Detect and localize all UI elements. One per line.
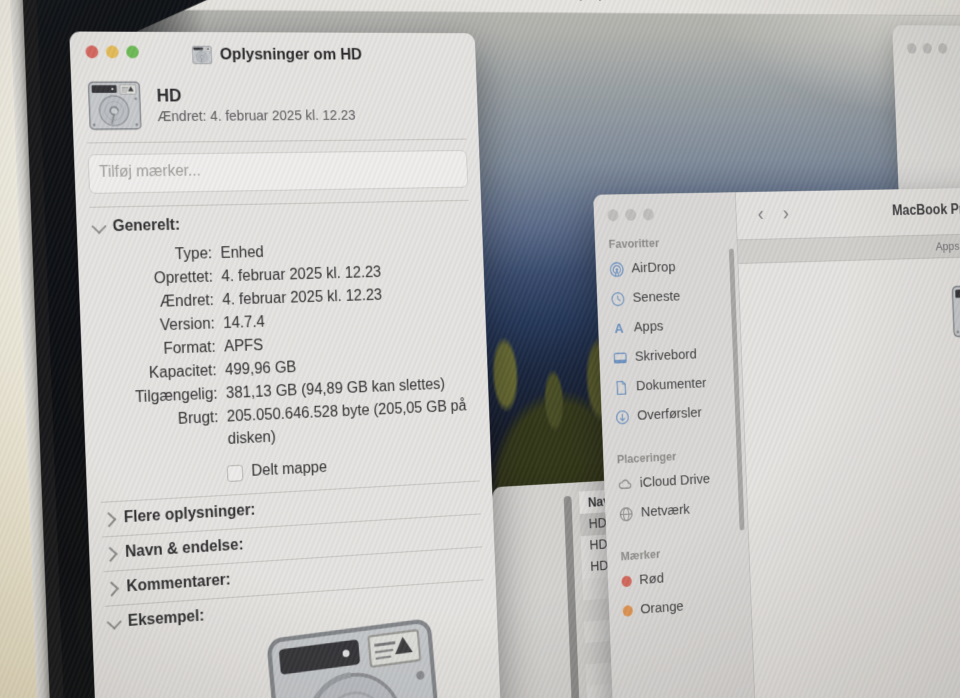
info-value: 205.050.646.528 byte (205,05 GB på diske…: [226, 395, 471, 451]
file-header: HD Ændret: 4. februar 2025 kl. 12.23: [85, 76, 467, 142]
info-label: Brugt:: [103, 406, 219, 457]
hard-drive-preview-icon: [264, 616, 446, 698]
scrollbar[interactable]: [564, 496, 581, 698]
sidebar-label: Netværk: [641, 502, 691, 522]
get-info-window: Oplysninger om HD HD Ændret: 4. februar …: [69, 31, 503, 698]
info-label: Version:: [100, 313, 216, 339]
hard-drive-icon: [951, 284, 960, 338]
section-label: Flere oplysninger:: [124, 502, 256, 527]
background-window[interactable]: [892, 25, 960, 211]
info-label: Format:: [101, 336, 217, 363]
forward-button[interactable]: ›: [773, 204, 799, 224]
file-name: HD: [156, 85, 355, 106]
red-tag-icon: [621, 575, 632, 587]
menu-ga[interactable]: Gå: [457, 0, 476, 1]
download-icon: [615, 409, 630, 425]
photo-of-macbook-screen: Arkiv Rediger Oversigt Gå Vindue Hjælp: [0, 0, 960, 698]
back-button[interactable]: ‹: [748, 204, 774, 224]
finder-content: HD Netværk: [738, 253, 960, 698]
finder-main: ‹ › MacBook Pro tilhørende Apps HD: [736, 185, 960, 698]
orange-tag-icon: [623, 605, 634, 617]
sidebar-label: Rød: [639, 570, 664, 588]
window-title: Oplysninger om HD: [220, 45, 363, 63]
shared-folder-checkbox[interactable]: [227, 464, 244, 481]
info-titlebar: Oplysninger om HD: [83, 32, 464, 78]
finder-window: Favoritter AirDrop Seneste A Apps Skrive…: [593, 185, 960, 698]
info-label: Ændret:: [99, 289, 215, 315]
shared-folder-row: Delt mappe: [227, 451, 479, 482]
apps-icon: A: [612, 320, 627, 336]
close-icon[interactable]: [85, 45, 98, 58]
minimize-icon[interactable]: [625, 209, 636, 221]
hard-drive-icon: [192, 45, 213, 64]
sidebar-label: Skrivebord: [635, 346, 697, 365]
network-globe-icon: [619, 506, 634, 523]
zoom-icon[interactable]: [643, 208, 654, 220]
info-label: Oprettet:: [98, 266, 214, 292]
info-label: Type:: [97, 243, 213, 268]
zoom-icon[interactable]: [126, 46, 139, 59]
modified-date: Ændret: 4. februar 2025 kl. 12.23: [157, 108, 356, 125]
chevron-right-icon: [104, 581, 119, 596]
finder-item-hd[interactable]: HD: [934, 283, 960, 364]
sidebar-label: Seneste: [632, 288, 680, 306]
sidebar-label: Dokumenter: [636, 375, 707, 395]
section-label: Navn & endelse:: [125, 537, 244, 562]
close-icon[interactable]: [607, 209, 618, 221]
minimize-icon[interactable]: [106, 45, 119, 58]
macbook-screen: Arkiv Rediger Oversigt Gå Vindue Hjælp: [8, 0, 960, 698]
chevron-down-icon: [107, 614, 122, 629]
menu-hjaelp[interactable]: Hjælp: [570, 0, 606, 2]
close-icon[interactable]: [907, 43, 917, 54]
sidebar-item-overforsler[interactable]: Overførsler: [601, 396, 744, 432]
finder-toolbar: ‹ › MacBook Pro tilhørende: [736, 185, 960, 238]
sidebar-item-airdrop[interactable]: AirDrop: [595, 251, 738, 284]
airdrop-icon: [609, 261, 624, 277]
section-label: Eksempel:: [128, 608, 205, 631]
desktop-icon: [613, 350, 628, 366]
sidebar-label: Apps: [633, 318, 663, 336]
minimize-icon[interactable]: [922, 43, 932, 54]
cloud-icon: [618, 476, 633, 493]
menu-vindue[interactable]: Vindue: [501, 0, 545, 2]
chevron-down-icon: [91, 218, 106, 233]
sidebar-label: AirDrop: [631, 259, 676, 277]
checkbox-label: Delt mappe: [251, 459, 327, 480]
sidebar-label: iCloud Drive: [639, 471, 710, 492]
clock-icon: [610, 291, 625, 307]
sidebar-label: Overførsler: [637, 405, 702, 425]
chevron-right-icon: [101, 512, 116, 527]
macos-desktop: Arkiv Rediger Oversigt Gå Vindue Hjælp: [34, 0, 960, 698]
tags-input[interactable]: Tilføj mærker...: [88, 150, 469, 194]
general-info-table: Type: Enhed Oprettet: 4. februar 2025 kl…: [91, 237, 478, 458]
hard-drive-icon: [87, 81, 143, 131]
sidebar-header-favorites: Favoritter: [608, 234, 737, 251]
finder-window-title: MacBook Pro tilhørende: [892, 201, 960, 220]
section-label: Generelt:: [112, 217, 180, 236]
document-icon: [614, 379, 629, 395]
section-label: Kommentarer:: [126, 572, 231, 597]
zoom-icon[interactable]: [938, 43, 948, 54]
sidebar-label: Orange: [640, 598, 684, 618]
menu-oversigt[interactable]: Oversigt: [382, 0, 436, 1]
chevron-right-icon: [103, 546, 118, 561]
